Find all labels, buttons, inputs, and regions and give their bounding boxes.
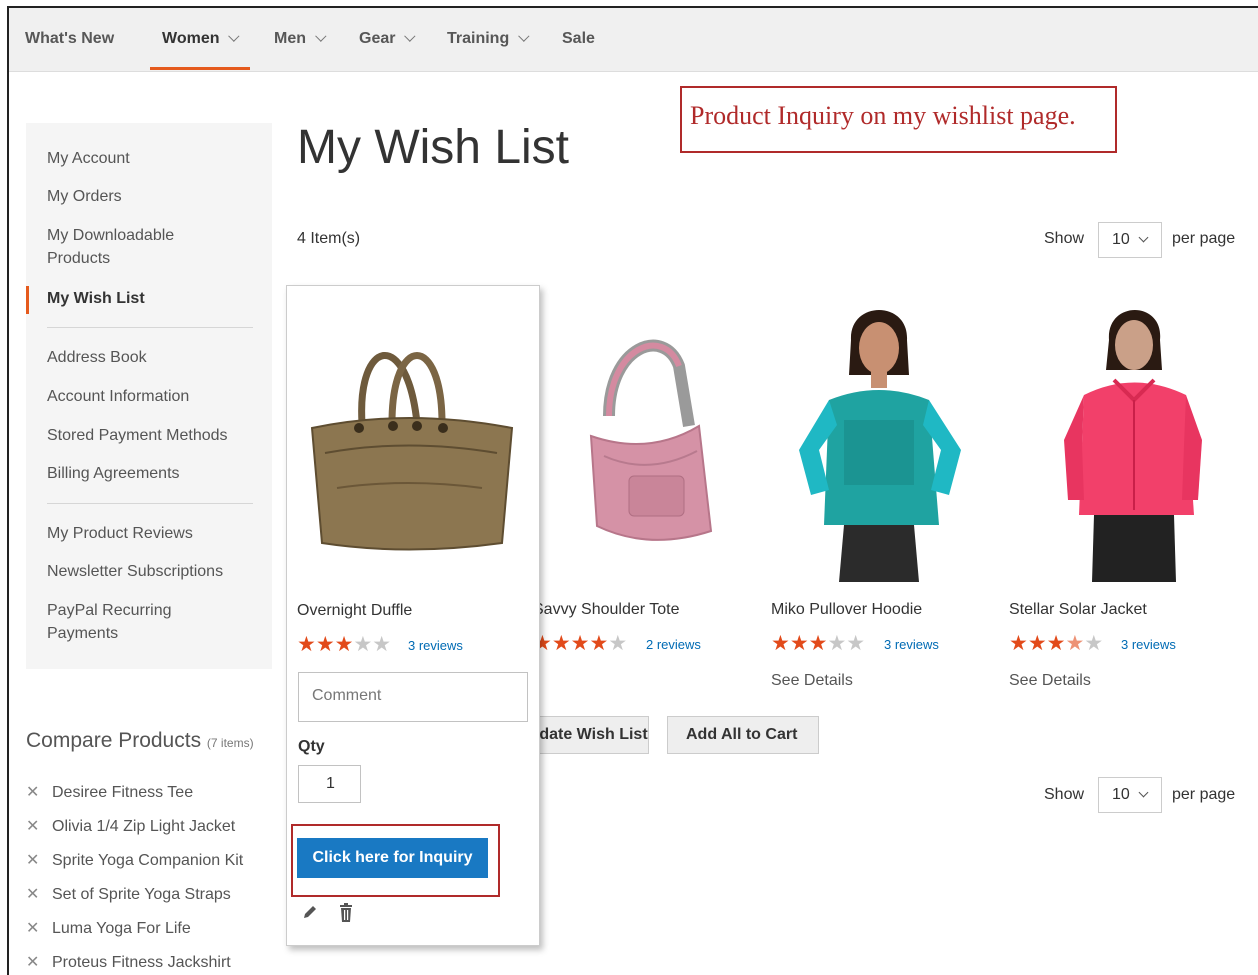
reviews-link[interactable]: 3 reviews [1121,637,1176,652]
limiter-value: 10 [1112,231,1130,248]
compare-item-label: Sprite Yoga Companion Kit [52,852,244,869]
browser-frame: What's New Women Men Gear Training Sale … [7,6,1258,975]
reviews-link[interactable]: 3 reviews [884,637,939,652]
sidebar-item-paypal-recurring-payments[interactable]: PayPal Recurring Payments [47,599,197,645]
remove-icon[interactable]: ✕ [26,816,40,836]
nav-label: Sale [562,30,595,47]
chevron-down-icon [1138,232,1149,243]
limiter-select[interactable]: 10 [1098,777,1162,813]
sidebar-item-my-orders[interactable]: My Orders [47,185,257,208]
nav-whats-new[interactable]: What's New [25,30,114,48]
comment-field[interactable]: Comment [298,672,528,722]
trash-icon[interactable] [337,903,355,923]
item-count: 4 Item(s) [297,230,361,247]
compare-title-label: Compare Products [26,729,202,752]
compare-item-label: Olivia 1/4 Zip Light Jacket [52,818,236,835]
chevron-down-icon [228,30,240,42]
sidebar-divider [47,503,253,504]
chevron-down-icon [1138,787,1149,798]
nav-training[interactable]: Training [447,30,530,48]
reviews-link[interactable]: 2 reviews [646,637,701,652]
sidebar-item-stored-payment-methods[interactable]: Stored Payment Methods [47,424,257,447]
nav-women[interactable]: Women [162,30,240,48]
nav-sale[interactable]: Sale [562,30,595,48]
nav-gear[interactable]: Gear [359,30,416,48]
limiter-value: 10 [1112,786,1130,803]
remove-icon[interactable]: ✕ [26,782,40,802]
per-page-label: per page [1172,230,1236,247]
nav-label: What's New [25,30,115,47]
show-label: Show [1044,786,1085,803]
compare-item[interactable]: ✕ Proteus Fitness Jackshirt [26,952,231,972]
chevron-down-icon [404,30,416,42]
inquiry-button[interactable]: Click here for Inquiry [297,838,488,878]
rating-stars: ★★★★★ [1009,632,1104,655]
product-image-stellar-solar-jacket[interactable] [1054,300,1204,582]
product-name[interactable]: Savvy Shoulder Tote [533,601,698,619]
rating-stars: ★★★★★ [533,632,628,655]
page-title: My Wish List [297,121,570,174]
chevron-down-icon [315,30,327,42]
compare-item[interactable]: ✕ Luma Yoga For Life [26,918,191,938]
compare-item[interactable]: ✕ Set of Sprite Yoga Straps [26,884,231,904]
nav-label: Training [447,30,510,47]
product-name[interactable]: Overnight Duffle [297,602,412,620]
account-sidebar: My Account My Orders My Downloadable Pro… [26,123,272,669]
sidebar-item-my-account[interactable]: My Account [47,147,257,170]
sidebar-item-billing-agreements[interactable]: Billing Agreements [47,462,257,485]
wishlist-item-card: Overnight Duffle ★★★★★ 3 reviews Comment… [286,285,540,946]
top-navigation: What's New Women Men Gear Training Sale [9,8,1258,72]
see-details-link[interactable]: See Details [771,672,853,690]
show-label: Show [1044,230,1085,247]
nav-label: Gear [359,30,396,47]
sidebar-item-my-downloadable-products[interactable]: My Downloadable Products [47,224,207,270]
sidebar-item-my-wish-list: My Wish List [47,290,145,307]
compare-item[interactable]: ✕ Olivia 1/4 Zip Light Jacket [26,816,235,836]
nav-active-indicator [150,67,250,70]
compare-item-label: Desiree Fitness Tee [52,784,194,801]
sidebar-item-address-book[interactable]: Address Book [47,346,257,369]
product-image-overnight-duffle[interactable] [307,328,517,558]
nav-label: Women [162,30,220,47]
compare-item[interactable]: ✕ Sprite Yoga Companion Kit [26,850,243,870]
nav-men[interactable]: Men [274,30,327,48]
remove-icon[interactable]: ✕ [26,918,40,938]
sidebar-item-my-product-reviews[interactable]: My Product Reviews [47,522,257,545]
rating-stars: ★★★★★ [297,633,392,656]
per-page-label: per page [1172,786,1236,803]
product-name[interactable]: Miko Pullover Hoodie [771,601,922,619]
qty-input[interactable]: 1 [298,765,361,803]
remove-icon[interactable]: ✕ [26,952,40,972]
sidebar-divider [47,327,253,328]
compare-products-title: Compare Products (7 items) [26,729,254,753]
edit-pencil-icon[interactable] [301,903,319,921]
sidebar-item-newsletter-subscriptions[interactable]: Newsletter Subscriptions [47,560,257,583]
rating-stars: ★★★★★ [771,632,866,655]
annotation-callout: Product Inquiry on my wishlist page. [680,86,1117,153]
add-all-to-cart-button[interactable]: Add All to Cart [667,716,819,754]
compare-item-label: Set of Sprite Yoga Straps [52,886,231,903]
reviews-link[interactable]: 3 reviews [408,638,463,653]
remove-icon[interactable]: ✕ [26,884,40,904]
product-image-savvy-shoulder-tote[interactable] [569,326,729,552]
compare-item-label: Luma Yoga For Life [52,920,191,937]
chevron-down-icon [518,30,530,42]
sidebar-active-indicator [26,286,29,314]
qty-label: Qty [298,738,325,755]
compare-count: (7 items) [206,736,254,750]
remove-icon[interactable]: ✕ [26,850,40,870]
compare-item-label: Proteus Fitness Jackshirt [52,954,231,971]
nav-label: Men [274,30,306,47]
compare-item[interactable]: ✕ Desiree Fitness Tee [26,782,193,802]
product-image-miko-pullover-hoodie[interactable] [789,300,969,582]
see-details-link[interactable]: See Details [1009,672,1091,690]
product-name[interactable]: Stellar Solar Jacket [1009,601,1147,619]
sidebar-item-account-information[interactable]: Account Information [47,385,257,408]
limiter-select[interactable]: 10 [1098,222,1162,258]
